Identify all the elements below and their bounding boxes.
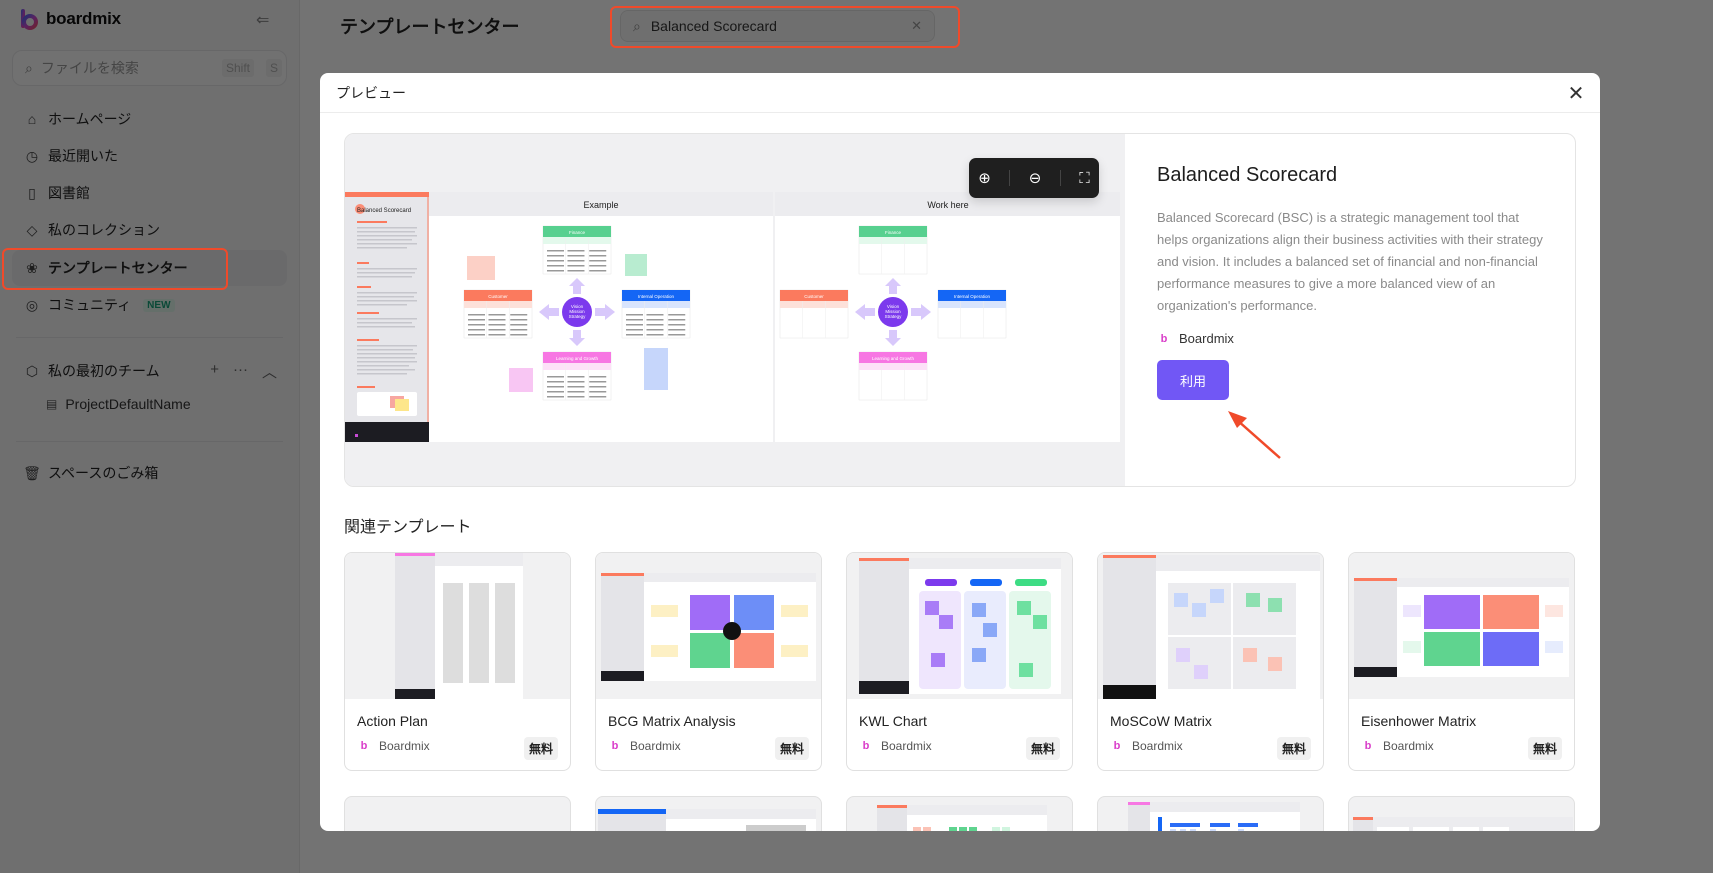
preview-zoom-toolbar: ⊕ ⊖ ⛶ <box>969 158 1099 198</box>
use-template-button[interactable]: 利用 <box>1157 360 1229 400</box>
toolbar-separator <box>1059 170 1061 186</box>
scorecard-box-subheader <box>938 301 1006 308</box>
card-author: Boardmix <box>1132 739 1183 753</box>
fullscreen-icon[interactable]: ⛶ <box>1079 170 1090 187</box>
price-badge: 無料 <box>1276 737 1311 760</box>
boardmix-author-icon: b <box>859 739 873 753</box>
related-template-card[interactable]: BCG Matrix Analysis b Boardmix 無料 <box>595 552 822 771</box>
scorecard-box-subheader <box>622 301 690 308</box>
preview-doc-title: Balanced Scorecard <box>357 208 411 214</box>
scorecard-box-subheader <box>859 237 927 244</box>
close-icon[interactable]: ✕ <box>1564 81 1588 105</box>
preview-card: Balanced Scorecard Example Work here Fin… <box>344 133 1576 487</box>
related-template-card-partial[interactable] <box>1348 796 1575 831</box>
template-thumbnail <box>596 553 821 699</box>
boardmix-author-icon: b <box>1110 739 1124 753</box>
template-info: Balanced Scorecard Balanced Scorecard (B… <box>1157 164 1547 400</box>
modal-title: プレビュー <box>336 84 406 101</box>
zoom-in-icon[interactable]: ⊕ <box>978 169 991 187</box>
card-title: KWL Chart <box>859 713 927 729</box>
scorecard-box-subheader <box>859 363 927 370</box>
preview-doc-header <box>345 192 429 197</box>
related-templates-heading: 関連テンプレート <box>344 519 472 536</box>
example-panel-title: Example <box>583 200 618 210</box>
annotation-highlight-template-center <box>2 248 228 290</box>
template-description: Balanced Scorecard (BSC) is a strategic … <box>1157 210 1543 313</box>
preview-doc-footer <box>345 422 429 442</box>
price-badge: 無料 <box>774 737 809 760</box>
annotation-arrow-icon <box>1228 411 1281 459</box>
card-author: Boardmix <box>881 739 932 753</box>
card-title: Eisenhower Matrix <box>1361 713 1477 729</box>
boardmix-author-icon: b <box>608 739 622 753</box>
vision-circle-label: Strategy <box>885 314 903 319</box>
template-author: b Boardmix <box>1157 331 1547 346</box>
scorecard-box-subheader <box>543 363 611 370</box>
boardmix-author-icon: b <box>357 739 371 753</box>
sticky-note <box>625 254 647 276</box>
card-title: Action Plan <box>357 713 428 729</box>
scorecard-box-title: Learning and Growth <box>556 356 599 361</box>
related-template-card-partial[interactable] <box>1097 796 1324 831</box>
related-template-card[interactable]: KWL Chart b Boardmix 無料 <box>846 552 1073 771</box>
scorecard-box-title: Customer <box>488 294 508 299</box>
annotation-highlight-search <box>610 6 960 48</box>
related-template-card-partial[interactable] <box>595 796 822 831</box>
boardmix-author-icon: b <box>1361 739 1375 753</box>
scorecard-box-title: Finance <box>885 230 902 235</box>
boardmix-author-icon: b <box>1157 331 1171 346</box>
scorecard-box-subheader <box>543 237 611 244</box>
sticky-note <box>509 368 533 392</box>
card-author: Boardmix <box>379 739 430 753</box>
price-badge: 無料 <box>1025 737 1060 760</box>
scorecard-box-subheader <box>780 301 848 308</box>
card-title: BCG Matrix Analysis <box>608 713 736 729</box>
price-badge: 無料 <box>523 737 558 760</box>
price-badge: 無料 <box>1527 737 1562 760</box>
template-preview-canvas[interactable]: Balanced Scorecard Example Work here Fin… <box>345 134 1125 486</box>
card-author: Boardmix <box>630 739 681 753</box>
sticky-note <box>467 256 495 280</box>
scorecard-box-title: Internal Operation <box>638 294 675 299</box>
toolbar-separator <box>1009 170 1011 186</box>
scorecard-box-title: Customer <box>804 294 824 299</box>
zoom-out-icon[interactable]: ⊖ <box>1029 169 1042 187</box>
scorecard-box-subheader <box>464 301 532 308</box>
scorecard-box-title: Learning and Growth <box>872 356 915 361</box>
scorecard-box-title: Finance <box>569 230 586 235</box>
work-panel-title: Work here <box>927 200 968 210</box>
template-thumbnail <box>345 553 570 699</box>
related-template-card[interactable]: MoSCoW Matrix b Boardmix 無料 <box>1097 552 1324 771</box>
related-template-card[interactable]: Action Plan b Boardmix 無料 <box>344 552 571 771</box>
template-thumbnail <box>847 553 1072 699</box>
related-template-card-partial[interactable] <box>344 796 571 831</box>
template-name: Balanced Scorecard <box>1157 164 1338 186</box>
author-name: Boardmix <box>1179 331 1234 346</box>
preview-modal: プレビュー ✕ Balanced Scorecard Example Work … <box>320 73 1600 831</box>
card-title: MoSCoW Matrix <box>1110 713 1212 729</box>
card-author: Boardmix <box>1383 739 1434 753</box>
vision-circle-label: Strategy <box>569 314 587 319</box>
related-template-card-partial[interactable] <box>846 796 1073 831</box>
template-thumbnail <box>1098 553 1323 699</box>
scorecard-box-title: Internal Operation <box>954 294 991 299</box>
template-thumbnail <box>1349 553 1574 699</box>
related-template-card[interactable]: Eisenhower Matrix b Boardmix 無料 <box>1348 552 1575 771</box>
sticky-note <box>644 348 668 390</box>
